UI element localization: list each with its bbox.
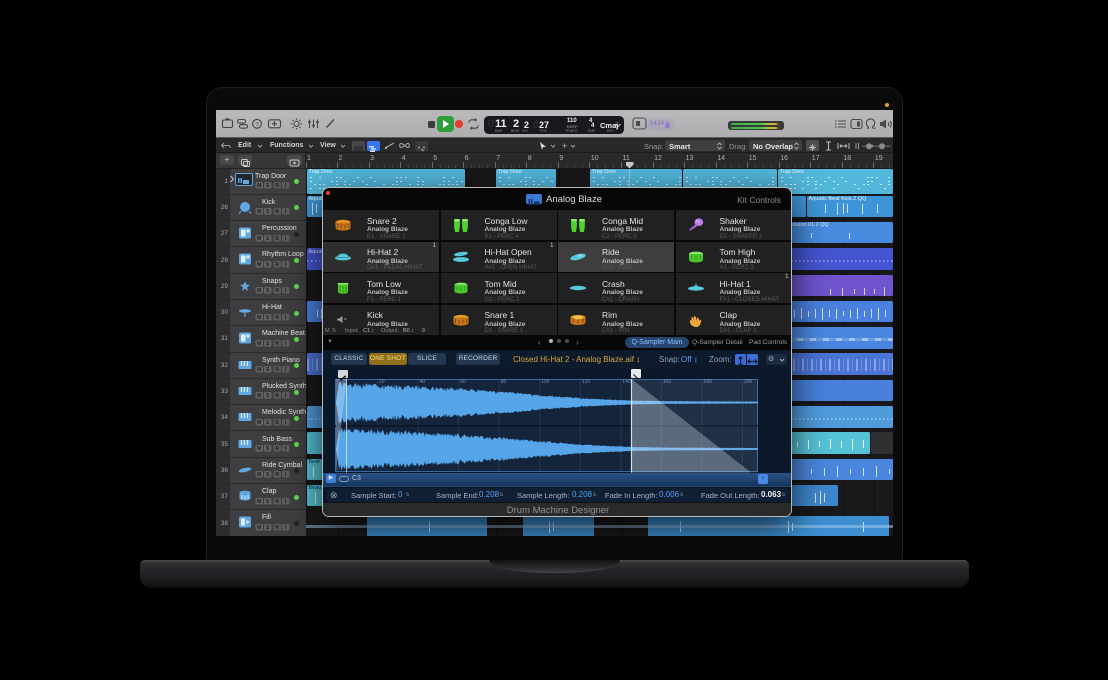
svg-text:M: M: [257, 420, 261, 426]
svg-text:M: M: [257, 236, 261, 242]
svg-text:R: R: [275, 393, 279, 399]
svg-text:?: ?: [255, 121, 259, 128]
svg-text:R: R: [275, 499, 279, 505]
svg-text:M: M: [257, 367, 261, 373]
svg-text:R: R: [275, 525, 279, 531]
svg-text:R: R: [275, 315, 279, 321]
svg-text:R: R: [275, 341, 279, 347]
svg-text:M: M: [257, 472, 261, 478]
svg-text:R: R: [275, 367, 279, 373]
svg-text:M: M: [257, 499, 261, 505]
svg-text:M: M: [257, 209, 261, 215]
svg-text:R: R: [275, 446, 279, 452]
svg-text:M: M: [257, 315, 261, 321]
svg-text:M: M: [257, 525, 261, 531]
svg-text:R: R: [275, 262, 279, 268]
svg-text:M: M: [257, 183, 261, 189]
svg-text:M: M: [257, 341, 261, 347]
svg-text:M: M: [257, 288, 261, 294]
svg-text:R: R: [275, 472, 279, 478]
svg-text:R: R: [275, 183, 279, 189]
svg-text:R: R: [275, 236, 279, 242]
svg-text:R: R: [275, 420, 279, 426]
svg-text:M: M: [257, 393, 261, 399]
svg-text:M: M: [257, 446, 261, 452]
svg-text:R: R: [275, 209, 279, 215]
svg-text:R: R: [275, 288, 279, 294]
svg-text:M: M: [257, 262, 261, 268]
